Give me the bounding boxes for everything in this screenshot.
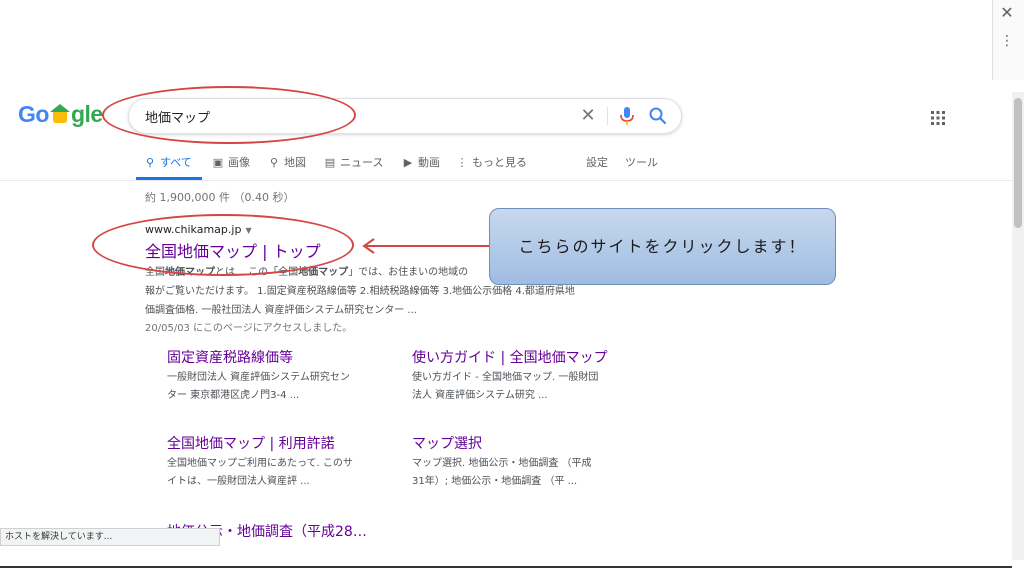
window-controls: ✕ ⋮ [992,0,1024,80]
search-icon: ⚲ [145,156,155,169]
news-icon: ▤ [324,156,336,169]
close-icon[interactable]: ✕ [993,2,1021,24]
clear-icon[interactable]: ✕ [578,106,598,126]
callout-text: こちらのサイトをクリックします！ [518,237,807,256]
search-divider [607,107,608,125]
tab-more[interactable]: ⋮ もっと見る [456,153,528,181]
visited-date: 20/05/03 にこのページにアクセスしました。 [145,323,353,334]
sitelink-title[interactable]: 固定資産税路線価等 [167,347,293,367]
tab-maps[interactable]: ⚲ 地図 [268,153,306,181]
map-pin-icon: ⚲ [269,156,279,169]
settings-link[interactable]: 設定 [586,153,608,181]
sitelink-desc: 使い方ガイド - 全国地価マップ. 一般財団法人 資産評価システム研究 ... [412,372,599,401]
annotation-ellipse-search [102,86,356,144]
sitelink-title[interactable]: 全国地価マップ | 利用許諾 [167,433,335,453]
sitelink-title[interactable]: 使い方ガイド | 全国地価マップ [412,347,608,367]
vertical-scrollbar[interactable] [1012,92,1024,576]
tab-images[interactable]: ▣ 画像 [212,153,250,181]
more-icon: ⋮ [456,156,468,169]
annotation-ellipse-title [92,214,354,276]
tab-news[interactable]: ▤ ニュース [324,153,384,181]
google-logo[interactable]: Go gle [18,101,103,128]
snippet-text: 」では、お住まいの地域の [348,267,469,278]
logo-text-start: Go [18,101,49,127]
tab-label: ニュース [340,156,384,169]
bottom-frame [0,560,1024,576]
logo-text-end: gle [70,101,103,127]
result-stats: 約 1,900,000 件 （0.40 秒） [145,191,295,204]
house-doodle-icon [49,104,71,124]
tab-label: 動画 [418,156,440,169]
snippet-text: 報がご覧いただけます。 1.固定資産税路線価等 2.相続税路線価等 3.地価公示… [145,286,575,297]
tab-videos[interactable]: ▶ 動画 [402,153,440,181]
bottom-divider [0,566,1012,568]
search-icon[interactable] [648,106,668,126]
scrollbar-thumb[interactable] [1014,98,1022,228]
image-icon: ▣ [212,156,224,169]
tools-link[interactable]: ツール [625,153,658,181]
menu-icon[interactable]: ⋮ [993,30,1021,52]
tab-label: 地図 [284,156,306,169]
video-icon: ▶ [403,156,413,169]
annotation-arrow-icon [362,238,490,254]
tab-label: もっと見る [472,156,527,169]
annotation-callout: こちらのサイトをクリックします！ [489,208,836,285]
sitelink-desc: マップ選択. 地価公示・地価調査 （平成31年）; 地価公示・地価調査 （平 .… [412,458,592,487]
tab-label: すべて [160,156,192,169]
sitelink-desc: 一般財団法人 資産評価システム研究センター 東京都港区虎ノ門3-4 ... [167,372,350,401]
sitelink-title[interactable]: マップ選択 [412,433,482,453]
tabs-divider [0,180,1012,181]
snippet-text: 価調査価格. 一般社団法人 資産評価システム研究センター ... [145,305,417,316]
apps-grid-icon[interactable] [930,110,946,126]
tab-label: 画像 [228,156,250,169]
mic-icon[interactable] [617,105,637,127]
sitelink-desc: 全国地価マップご利用にあたって. このサイトは、一般財団法人資産評 ... [167,458,353,487]
status-bar: ホストを解決しています... [0,528,220,546]
